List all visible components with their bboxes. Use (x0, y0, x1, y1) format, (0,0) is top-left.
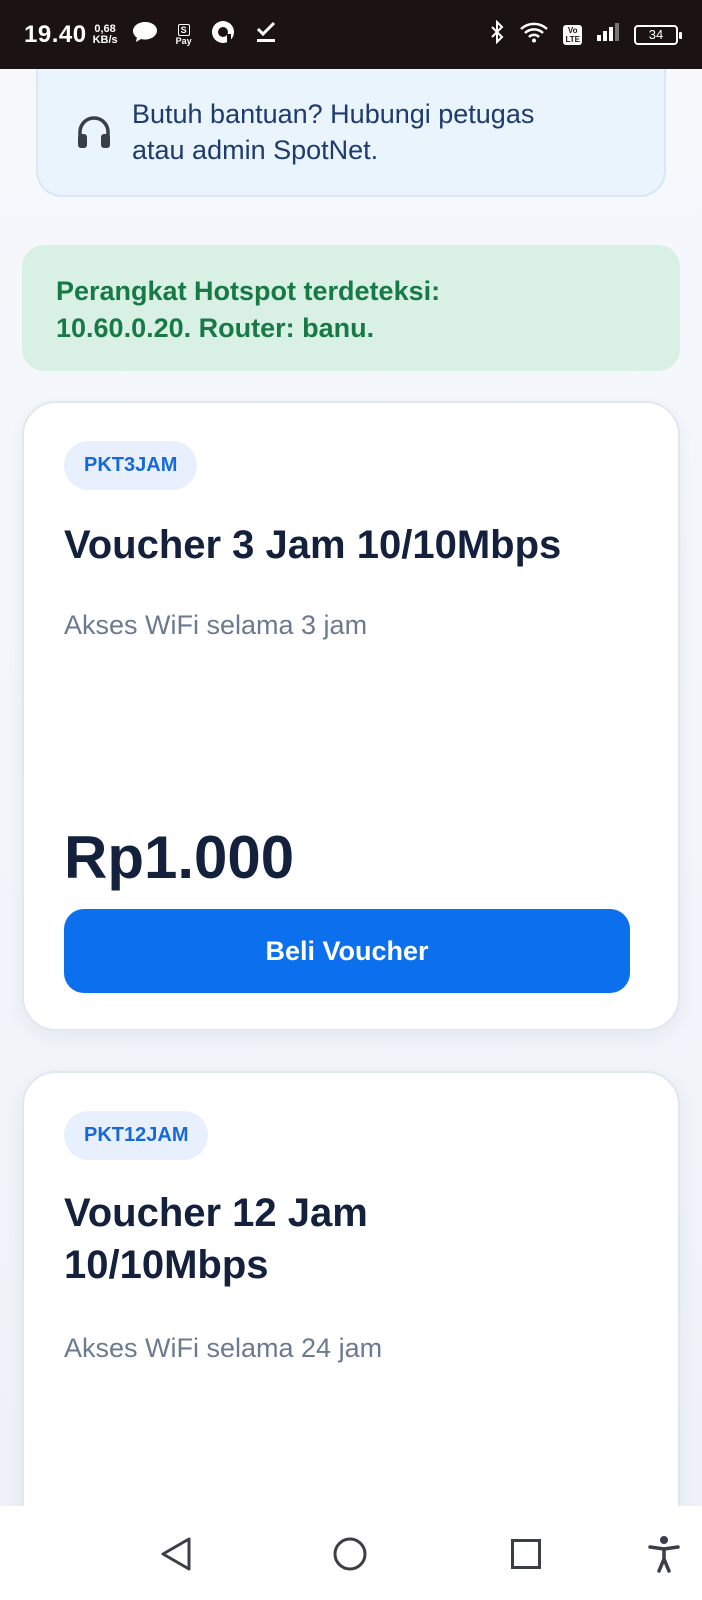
accessibility-icon[interactable] (644, 1534, 684, 1574)
detect-text-line1: Perangkat Hotspot terdeteksi: (56, 276, 441, 306)
voucher-price: Rp1.000 (64, 824, 295, 891)
page-content[interactable]: Butuh bantuan? Hubungi petugas atau admi… (0, 69, 702, 1506)
hotspot-detected-notice: Perangkat Hotspot terdeteksi: 10.60.0.20… (22, 245, 680, 371)
help-text: Butuh bantuan? Hubungi petugas atau admi… (132, 96, 534, 168)
circle-app-icon (210, 19, 236, 50)
help-text-line1: Butuh bantuan? Hubungi petugas (132, 99, 535, 129)
wifi-icon (519, 21, 549, 48)
status-time: 19.40 (24, 20, 87, 48)
recents-icon[interactable] (506, 1534, 546, 1574)
bluetooth-icon (489, 19, 505, 49)
detect-text-line2: 10.60.0.20. Router: banu. (56, 313, 375, 343)
voucher-title-line2: 10/10Mbps (64, 1243, 269, 1287)
spay-icon-top: S (177, 23, 190, 36)
network-speed-value: 0,68 (94, 22, 116, 35)
battery-icon: 34 (634, 24, 682, 45)
home-icon[interactable] (330, 1534, 370, 1574)
voucher-card: PKT12JAM Voucher 12 Jam 10/10Mbps Akses … (22, 1071, 680, 1506)
buy-voucher-button[interactable]: Beli Voucher (64, 909, 630, 993)
voucher-title: Voucher 3 Jam 10/10Mbps (64, 523, 562, 567)
network-speed-unit: KB/s (92, 33, 118, 46)
voucher-title: Voucher 12 Jam 10/10Mbps (64, 1187, 654, 1291)
network-speed: 0,68 KB/s (92, 22, 118, 46)
navigation-bar (0, 1506, 702, 1600)
download-check-icon (254, 20, 278, 49)
headset-icon (74, 112, 114, 152)
signal-icon (596, 22, 620, 47)
voucher-code-badge: PKT12JAM (64, 1111, 209, 1160)
help-box: Butuh bantuan? Hubungi petugas atau admi… (36, 69, 666, 197)
help-text-line2: atau admin SpotNet. (132, 135, 379, 165)
voucher-description: Akses WiFi selama 24 jam (64, 1333, 383, 1363)
voucher-card: PKT3JAM Voucher 3 Jam 10/10Mbps Akses Wi… (22, 401, 680, 1031)
back-icon[interactable] (156, 1534, 196, 1574)
spay-icon: S Pay (175, 23, 192, 46)
volte-label-bottom: LTE (565, 34, 580, 44)
volte-icon: Vo LTE (563, 24, 582, 45)
status-bar: 19.40 0,68 KB/s S Pay Vo LTE 34 (0, 0, 702, 69)
spay-icon-bottom: Pay (175, 35, 192, 46)
voucher-title-line1: Voucher 12 Jam (64, 1191, 368, 1235)
voucher-description: Akses WiFi selama 3 jam (64, 610, 368, 640)
chat-bubble-icon (132, 21, 158, 48)
volte-label-top: Vo (567, 25, 578, 35)
voucher-code-badge: PKT3JAM (64, 441, 198, 490)
